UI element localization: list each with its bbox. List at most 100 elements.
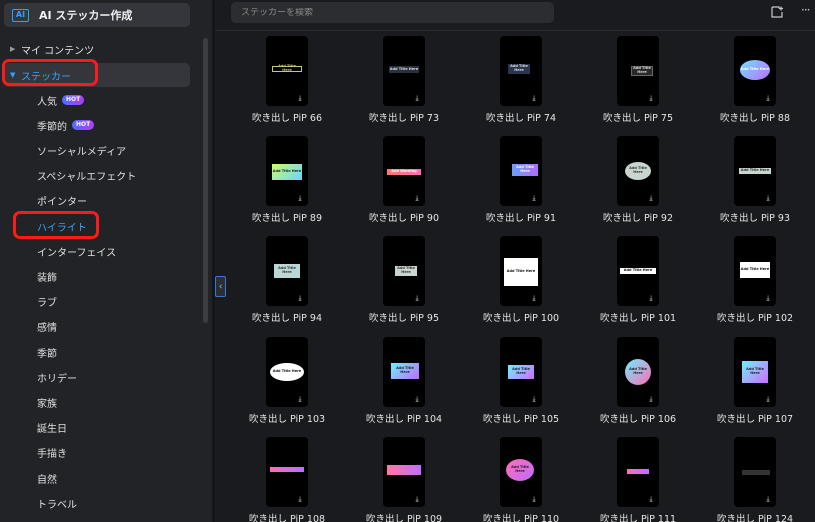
sticker-thumbnail[interactable]: Add Title Here ⤓	[617, 36, 659, 106]
sticker-thumbnail[interactable]: Add Title Here ⤓	[617, 236, 659, 306]
sticker-card[interactable]: Add Title Here ⤓ 吹き出し PiP 105	[483, 337, 585, 437]
sticker-card[interactable]: Add Title Here ⤓ 吹き出し PiP 88	[719, 36, 815, 136]
sticker-thumbnail[interactable]: Add Title Here ⤓	[500, 437, 542, 507]
sticker-card[interactable]: ⤓ 吹き出し PiP 109	[366, 437, 468, 522]
sticker-thumbnail[interactable]: Add Title Here ⤓	[266, 337, 308, 407]
sidebar-subitem[interactable]: ソーシャルメディア	[0, 138, 198, 162]
sticker-thumbnail[interactable]: Add Title Here ⤓	[500, 236, 542, 306]
download-icon[interactable]: ⤓	[647, 195, 655, 203]
sidebar-subitem[interactable]: 装飾	[0, 264, 198, 288]
sticker-thumbnail[interactable]: Add Title Here ⤓	[383, 337, 425, 407]
download-icon[interactable]: ⤓	[647, 295, 655, 303]
sticker-thumbnail[interactable]: Add Title Here ⤓	[266, 36, 308, 106]
sticker-thumbnail[interactable]: Add Title Here ⤓	[266, 236, 308, 306]
sidebar-subitem[interactable]: ポインター	[0, 189, 198, 213]
download-icon[interactable]: ⤓	[413, 195, 421, 203]
sticker-card[interactable]: Add Title Here ⤓ 吹き出し PiP 91	[485, 136, 585, 236]
sticker-thumbnail[interactable]: ⤓	[383, 437, 425, 507]
sticker-thumbnail[interactable]: Add Title Here ⤓	[734, 36, 776, 106]
sticker-thumbnail[interactable]: Add Title Here ⤓	[734, 337, 776, 407]
sidebar-subitem[interactable]: 人気 HOT	[0, 88, 198, 112]
sidebar-item-my-content[interactable]: ▶ マイ コンテンツ	[0, 37, 198, 61]
sticker-card[interactable]: Add Title Here ⤓ 吹き出し PiP 106	[600, 337, 702, 437]
sticker-card[interactable]: Add Title Here ⤓ 吹き出し PiP 102	[717, 236, 815, 336]
sticker-card[interactable]: Add Title Here ⤓ 吹き出し PiP 107	[717, 337, 815, 437]
sticker-thumbnail[interactable]: ⤓	[734, 437, 776, 507]
download-icon[interactable]: ⤓	[764, 496, 772, 504]
sticker-card[interactable]: Add Title Here ⤓ 吹き出し PiP 100	[483, 236, 585, 336]
download-icon[interactable]: ⤓	[764, 396, 772, 404]
sidebar-subitem[interactable]: インターフェイス	[0, 239, 198, 263]
sticker-card[interactable]: Add Title Here ⤓ 吹き出し PiP 75	[602, 36, 702, 136]
sticker-card[interactable]: Add Title Here ⤓ 吹き出し PiP 93	[719, 136, 815, 236]
sticker-card[interactable]: ⤓ 吹き出し PiP 108	[249, 437, 351, 522]
download-icon[interactable]: ⤓	[296, 396, 304, 404]
download-icon[interactable]: ⤓	[530, 195, 538, 203]
sticker-thumbnail[interactable]: Add Title Here ⤓	[383, 236, 425, 306]
sidebar-subitem[interactable]: 家族	[0, 390, 198, 414]
search-bar[interactable]	[231, 2, 554, 23]
sticker-card[interactable]: Add Title Here ⤓ 吹き出し PiP 95	[368, 236, 468, 336]
sidebar-subitem[interactable]: スペシャルエフェクト	[0, 164, 198, 188]
sticker-card[interactable]: Add Title Here ⤓ 吹き出し PiP 103	[249, 337, 351, 437]
sidebar-subitem[interactable]: 誕生日	[0, 416, 198, 440]
download-icon[interactable]: ⤓	[413, 95, 421, 103]
download-icon[interactable]: ⤓	[647, 95, 655, 103]
sticker-thumbnail[interactable]: Add Title Here ⤓	[266, 136, 308, 206]
sidebar-subitem[interactable]: 季節的 HOT	[0, 113, 198, 137]
sticker-card[interactable]: Add Title Here ⤓ 吹き出し PiP 94	[251, 236, 351, 336]
download-icon[interactable]: ⤓	[413, 496, 421, 504]
sidebar-subitem[interactable]: トラベル	[0, 491, 198, 515]
sidebar-subitem[interactable]: ラブ	[0, 290, 198, 314]
download-icon[interactable]: ⤓	[296, 295, 304, 303]
download-icon[interactable]: ⤓	[413, 396, 421, 404]
download-icon[interactable]: ⤓	[764, 295, 772, 303]
sticker-thumbnail[interactable]: ⤓	[617, 437, 659, 507]
sticker-card[interactable]: Add Title Here ⤓ 吹き出し PiP 104	[366, 337, 468, 437]
sticker-card[interactable]: Add Title Here ⤓ 吹き出し PiP 66	[251, 36, 351, 136]
sticker-thumbnail[interactable]: Add Title Here ⤓	[617, 337, 659, 407]
download-icon[interactable]: ⤓	[530, 496, 538, 504]
sticker-card[interactable]: Add Title Here ⤓ 吹き出し PiP 73	[368, 36, 468, 136]
sticker-thumbnail[interactable]: Add Title Here ⤓	[500, 36, 542, 106]
download-icon[interactable]: ⤓	[647, 496, 655, 504]
download-icon[interactable]: ⤓	[764, 95, 772, 103]
download-icon[interactable]: ⤓	[413, 295, 421, 303]
sticker-card[interactable]: Add Title Here ⤓ 吹き出し PiP 74	[485, 36, 585, 136]
sticker-card[interactable]: ⤓ 吹き出し PiP 111	[600, 437, 702, 522]
search-input[interactable]	[241, 7, 541, 18]
download-icon[interactable]: ⤓	[764, 195, 772, 203]
import-icon[interactable]	[771, 6, 784, 21]
sticker-thumbnail[interactable]: Add Title Here ⤓	[734, 136, 776, 206]
sticker-card[interactable]: Add Title Here ⤓ 吹き出し PiP 89	[251, 136, 351, 236]
sidebar-scrollbar[interactable]	[203, 38, 208, 323]
download-icon[interactable]: ⤓	[296, 95, 304, 103]
sticker-card[interactable]: Add Title Here ⤓ 吹き出し PiP 101	[600, 236, 702, 336]
download-icon[interactable]: ⤓	[647, 396, 655, 404]
sticker-card[interactable]: ⤓ 吹き出し PiP 124	[717, 437, 815, 522]
download-icon[interactable]: ⤓	[530, 95, 538, 103]
ai-sticker-create-button[interactable]: AI AI ステッカー作成	[4, 3, 190, 27]
collapse-sidebar-button[interactable]: ‹	[215, 276, 226, 297]
sidebar-subitem[interactable]: ホリデー	[0, 365, 198, 389]
sticker-card[interactable]: Add Title Here ⤓ 吹き出し PiP 92	[602, 136, 702, 236]
download-icon[interactable]: ⤓	[530, 396, 538, 404]
sidebar-subitem[interactable]: 季節	[0, 340, 198, 364]
sticker-thumbnail[interactable]: Add Wording ⤓	[383, 136, 425, 206]
sidebar-subitem[interactable]: 手描き	[0, 441, 198, 465]
sticker-thumbnail[interactable]: ⤓	[266, 437, 308, 507]
sticker-thumbnail[interactable]: Add Title Here ⤓	[734, 236, 776, 306]
sticker-thumbnail[interactable]: Add Title Here ⤓	[500, 337, 542, 407]
more-icon[interactable]: ···	[801, 3, 811, 17]
download-icon[interactable]: ⤓	[296, 496, 304, 504]
sticker-thumbnail[interactable]: Add Title Here ⤓	[500, 136, 542, 206]
download-icon[interactable]: ⤓	[296, 195, 304, 203]
sticker-card[interactable]: Add Wording ⤓ 吹き出し PiP 90	[368, 136, 468, 236]
sidebar-subitem-label: ソーシャルメディア	[37, 146, 127, 158]
sidebar-subitem[interactable]: 自然	[0, 466, 198, 490]
sidebar-subitem[interactable]: 感情	[0, 315, 198, 339]
sticker-thumbnail[interactable]: Add Title Here ⤓	[383, 36, 425, 106]
sticker-card[interactable]: Add Title Here ⤓ 吹き出し PiP 110	[483, 437, 585, 522]
sticker-thumbnail[interactable]: Add Title Here ⤓	[617, 136, 659, 206]
download-icon[interactable]: ⤓	[530, 295, 538, 303]
